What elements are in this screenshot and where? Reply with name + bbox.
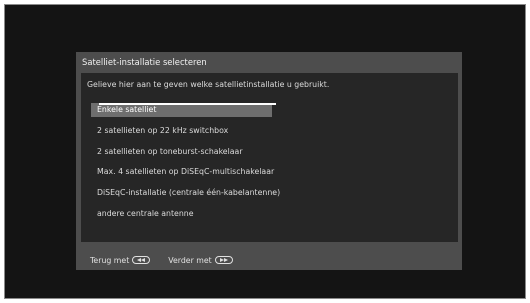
dialog-title: Satelliet-installatie selecteren — [82, 57, 207, 67]
option-two-satellites-toneburst[interactable]: 2 satellieten op toneburst-schakelaar — [91, 145, 272, 159]
back-label: Terug met — [90, 255, 130, 265]
next-hint[interactable]: Verder met — [168, 255, 233, 265]
option-single-satellite[interactable]: Enkele satelliet — [91, 103, 276, 117]
next-label: Verder met — [168, 255, 212, 265]
option-two-satellites-22khz[interactable]: 2 satellieten op 22 kHz switchbox — [91, 124, 272, 138]
option-other-central-antenna[interactable]: andere centrale antenne — [91, 207, 272, 221]
back-hint[interactable]: Terug met — [90, 255, 151, 265]
fast-forward-key-icon — [214, 256, 233, 264]
satellite-installation-dialog: Satelliet-installatie selecteren Gelieve… — [76, 52, 462, 270]
tv-screen: Satelliet-installatie selecteren Gelieve… — [4, 4, 526, 299]
option-diseqc-single-cable[interactable]: DiSEqC-installatie (centrale één-kabelan… — [91, 186, 280, 200]
dialog-footer: Terug met Verder met — [90, 254, 251, 266]
installation-option-list: Enkele satelliet 2 satellieten op 22 kHz… — [91, 103, 280, 228]
option-four-satellites-diseqc[interactable]: Max. 4 satellieten op DiSEqC-multischake… — [91, 165, 274, 179]
instruction-text: Gelieve hier aan te geven welke satellie… — [87, 80, 330, 89]
rewind-key-icon — [132, 256, 151, 264]
dialog-body: Gelieve hier aan te geven welke satellie… — [81, 73, 458, 242]
